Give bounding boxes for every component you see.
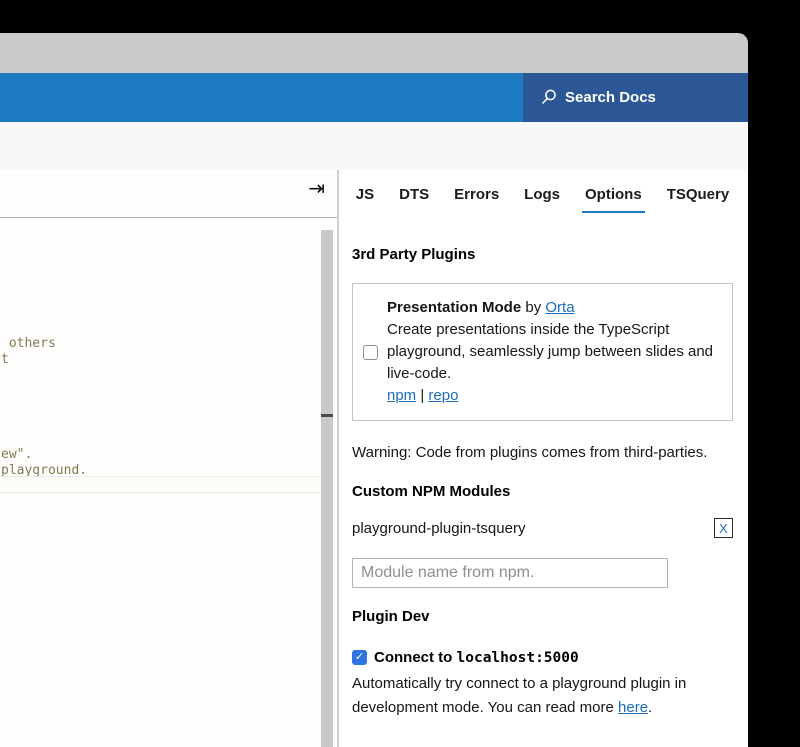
connect-label-text: Connect to bbox=[374, 649, 457, 666]
code-editor[interactable]: others t ew". playground. bbox=[0, 218, 337, 746]
connect-localhost-checkbox[interactable]: ✓ bbox=[352, 650, 367, 665]
current-line-highlight bbox=[0, 476, 320, 493]
connect-label: Connect to localhost:5000 bbox=[374, 649, 579, 666]
sidebar-panel: JS DTS Errors Logs Options TSQuery 3rd P… bbox=[339, 170, 748, 747]
code-editor-pane: ⇥ others t ew". playground. bbox=[0, 170, 339, 747]
tab-logs[interactable]: Logs bbox=[521, 185, 563, 213]
content-area: ⇥ others t ew". playground. JS DTS Error… bbox=[0, 170, 748, 747]
npm-modules-heading: Custom NPM Modules bbox=[352, 483, 733, 500]
browser-chrome-bar bbox=[0, 33, 748, 73]
link-separator: | bbox=[416, 387, 428, 404]
plugin-info: Presentation Mode by Orta Create present… bbox=[387, 297, 722, 407]
code-line: ew". bbox=[1, 447, 32, 462]
plugin-description: Create presentations inside the TypeScri… bbox=[387, 319, 722, 385]
plugin-npm-link[interactable]: npm bbox=[387, 387, 416, 404]
plugin-links: npm | repo bbox=[387, 385, 722, 407]
sidebar-tabs: JS DTS Errors Logs Options TSQuery bbox=[352, 170, 733, 213]
plugins-warning-text: Warning: Code from plugins comes from th… bbox=[352, 441, 714, 465]
tab-errors[interactable]: Errors bbox=[451, 185, 502, 213]
scrollbar-cursor-marker bbox=[321, 414, 333, 417]
remove-module-button[interactable]: X bbox=[714, 518, 733, 538]
plugin-by-text: by bbox=[521, 299, 545, 316]
connect-localhost-row: ✓ Connect to localhost:5000 bbox=[352, 649, 733, 666]
code-line: t bbox=[1, 352, 9, 367]
plugin-repo-link[interactable]: repo bbox=[428, 387, 458, 404]
read-more-link[interactable]: here bbox=[618, 699, 648, 716]
npm-module-input[interactable] bbox=[352, 558, 668, 588]
plugin-name: Presentation Mode bbox=[387, 299, 521, 316]
search-icon bbox=[540, 89, 557, 106]
tab-options[interactable]: Options bbox=[582, 185, 645, 213]
tab-js[interactable]: JS bbox=[353, 185, 377, 213]
editor-toolbar: ⇥ bbox=[0, 170, 337, 218]
plugin-enable-checkbox[interactable] bbox=[363, 345, 378, 360]
editor-scrollbar[interactable] bbox=[321, 230, 333, 747]
tab-dts[interactable]: DTS bbox=[396, 185, 432, 213]
code-line: others bbox=[1, 336, 56, 351]
search-docs-label: Search Docs bbox=[565, 89, 656, 106]
plugin-card-presentation-mode: Presentation Mode by Orta Create present… bbox=[352, 283, 733, 421]
plugin-title: Presentation Mode by Orta bbox=[387, 297, 722, 319]
playground-window: Search Docs ⇥ others t ew". playground. … bbox=[0, 0, 800, 747]
plugins-section-heading: 3rd Party Plugins bbox=[352, 246, 733, 263]
plugin-author-link[interactable]: Orta bbox=[545, 299, 574, 316]
dock-sidebar-right-icon[interactable]: ⇥ bbox=[308, 178, 325, 198]
site-nav-bar: Search Docs bbox=[0, 73, 748, 122]
playground-subnav-bar bbox=[0, 122, 748, 170]
tab-tsquery[interactable]: TSQuery bbox=[664, 185, 733, 213]
npm-module-name: playground-plugin-tsquery bbox=[352, 520, 525, 537]
npm-module-row: playground-plugin-tsquery X bbox=[352, 518, 733, 538]
plugin-dev-heading: Plugin Dev bbox=[352, 608, 733, 625]
search-docs-button[interactable]: Search Docs bbox=[523, 73, 748, 122]
connect-host: localhost:5000 bbox=[457, 650, 579, 666]
dev-description-period: . bbox=[648, 699, 652, 716]
plugin-dev-description: Automatically try connect to a playgroun… bbox=[352, 672, 733, 720]
